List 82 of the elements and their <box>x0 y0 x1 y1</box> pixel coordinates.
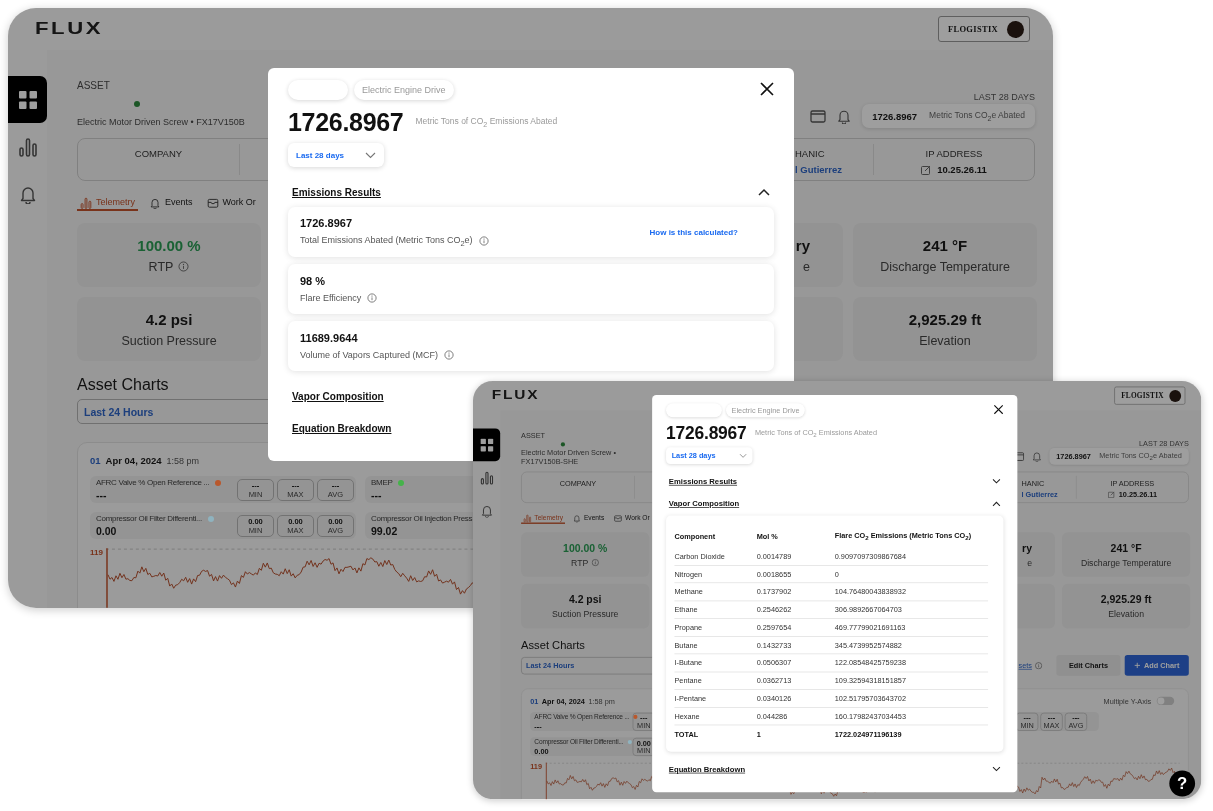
avatar <box>1007 20 1024 38</box>
grid-icon <box>17 89 38 110</box>
axis-label: 119 <box>90 548 104 559</box>
metric-name: Compressor Oil Filter Differenti... <box>96 514 202 523</box>
total-value: 1726.8967 <box>288 108 404 137</box>
logo: FLUX <box>491 388 540 403</box>
stat-value: 100.00 % <box>137 236 201 254</box>
folder-icon[interactable] <box>810 109 827 123</box>
chart-time: 1:58 pm <box>166 455 200 466</box>
metric-value: 0.00 <box>96 525 118 537</box>
field-label: COMPANY <box>134 148 183 159</box>
bar-chart-icon <box>17 136 38 157</box>
stat-value: 241 °F <box>1110 541 1142 554</box>
ip-address: 10.25.26.11 <box>937 164 987 175</box>
sidebar-item[interactable] <box>473 428 501 462</box>
toggle-switch[interactable] <box>1156 696 1175 706</box>
bell-icon <box>149 197 161 209</box>
asset-subtitle: Electric Motor Driven Screw • FX17V150B <box>77 116 245 129</box>
metric-name: BMEP <box>371 478 393 487</box>
stat-value: 4.2 psi <box>145 310 193 328</box>
stat-label: Discharge Temperature <box>880 259 1010 274</box>
stat-value: 4.2 psi <box>568 593 602 606</box>
logo: FLUX <box>35 19 104 39</box>
stat-label: e <box>1027 557 1032 568</box>
section-heading: Vapor Composition <box>292 390 384 402</box>
metric-value: 99.02 <box>371 525 399 537</box>
result-label: Total Emissions Abated (Metric Tons CO$_{2}$e) <box>300 234 473 248</box>
tab[interactable]: Events <box>146 197 196 211</box>
pill-value: 1726.8967 <box>872 110 918 122</box>
section-heading: Equation Breakdown <box>292 422 392 434</box>
stat-label: RTP <box>571 557 589 568</box>
result-label: Volume of Vapors Captured (MCF) <box>300 350 438 360</box>
metric-value: --- <box>371 489 383 501</box>
chart-date: Apr 04, 2024 <box>105 454 162 466</box>
avatar <box>1169 389 1182 402</box>
result-value: 1726.8967 <box>300 216 353 229</box>
stat-label: Discharge Temperature <box>1080 557 1172 568</box>
period-label: LAST 28 DAYS <box>973 91 1035 104</box>
chevron-down-icon <box>365 151 376 159</box>
stat-label: RTP <box>148 259 174 274</box>
section-label: ASSET <box>77 79 111 93</box>
company-name: FLOGISTIX <box>948 24 998 34</box>
result-value: 98 % <box>300 275 327 287</box>
bell-icon <box>836 108 853 124</box>
total-value: 1726.8967 <box>666 422 747 444</box>
stat-value: 241 °F <box>922 236 968 254</box>
pill-unit: Metric Tons CO$_{2}$e Abated <box>929 109 1025 123</box>
tab[interactable]: Telemetry <box>77 197 138 211</box>
chart-index: 01 <box>90 454 101 466</box>
metric-value: --- <box>96 489 108 501</box>
metric-name: Compressor Oil Injection Press <box>371 514 473 523</box>
stat-value: 2,925.29 ft <box>1100 593 1152 606</box>
field-label: IP ADDRESS <box>925 148 983 159</box>
period-dropdown[interactable]: Last 28 days <box>288 143 384 167</box>
calculation-link[interactable]: How is this calculated? <box>649 227 738 237</box>
section-title: Asset Charts <box>521 638 585 653</box>
stat-label: Suction Pressure <box>121 333 217 348</box>
section-heading: Emissions Results <box>292 186 381 198</box>
edit-icon[interactable] <box>921 164 932 175</box>
account-badge[interactable]: FLOGISTIX <box>938 16 1030 42</box>
mechanic-link[interactable]: l Gutierrez <box>795 164 873 175</box>
stat-label: e <box>803 259 810 274</box>
stat-label: Suction Pressure <box>552 609 619 620</box>
result-value: 11689.9644 <box>300 332 359 344</box>
metric-name: AFRC Valve % Open Reference ... <box>96 478 210 487</box>
stat-value: ry <box>1022 541 1032 554</box>
result-label: Flare Efficiency <box>300 293 362 303</box>
total-unit: Metric Tons of CO$_{2}$ Emissions Abated <box>415 116 558 129</box>
bar-chart-icon <box>80 197 92 209</box>
field-label: HANIC <box>795 148 826 159</box>
section-title: Asset Charts <box>77 375 169 395</box>
tab[interactable]: Work Or <box>203 197 259 211</box>
sidebar-item[interactable] <box>8 76 47 123</box>
grid-icon <box>479 437 494 452</box>
tray-icon <box>206 197 219 209</box>
stat-value: 2,925.29 ft <box>908 310 982 328</box>
stat-label: Elevation <box>1108 609 1144 620</box>
close-icon[interactable] <box>760 82 774 96</box>
stat-value: 100.00 % <box>563 541 608 554</box>
tag: Electric Engine Drive <box>354 80 454 100</box>
stat-value: ry <box>795 236 810 254</box>
stat-label: Elevation <box>919 333 971 348</box>
